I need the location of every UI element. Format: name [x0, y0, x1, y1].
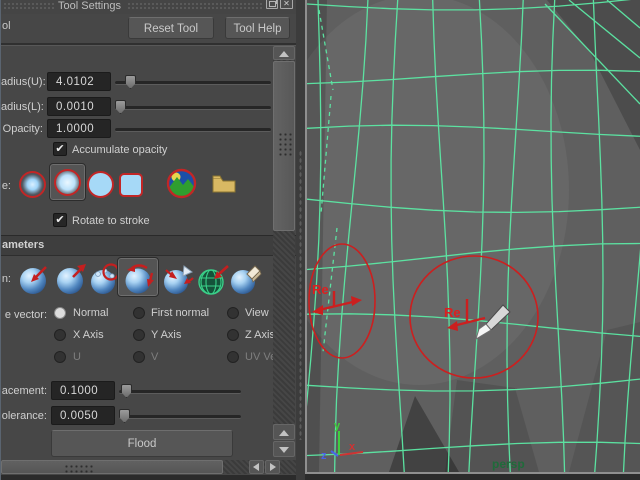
- operation-label: n:: [1, 273, 11, 285]
- radius-u-slider[interactable]: [115, 81, 271, 85]
- radio-z-axis[interactable]: [227, 329, 239, 341]
- panel-title: Tool Settings: [58, 0, 121, 12]
- radius-l-slider[interactable]: [115, 106, 271, 110]
- radio-normal[interactable]: [54, 307, 66, 319]
- opacity-field[interactable]: 1.0000: [47, 119, 111, 138]
- max-displacement-field[interactable]: 0.1000: [51, 381, 115, 400]
- drag-handle-icon[interactable]: [3, 2, 55, 11]
- maya-window: Tool Settings ✕ ol Reset Tool Tool Help …: [0, 0, 640, 480]
- scroll-down-icon[interactable]: [273, 441, 295, 457]
- tool-settings-panel: Tool Settings ✕ ol Reset Tool Tool Help …: [0, 0, 296, 480]
- flood-button[interactable]: Flood: [51, 430, 233, 457]
- tolerance-label: olerance:: [1, 410, 47, 422]
- splitter-grip-icon: [299, 150, 302, 440]
- brush-operation-label-1: Re: [312, 282, 329, 297]
- divider: [1, 43, 296, 46]
- reference-vector-label: e vector:: [1, 309, 47, 321]
- soft-brush-icon-selected[interactable]: [50, 164, 85, 200]
- browse-folder-icon[interactable]: [212, 174, 236, 193]
- scroll-up-icon[interactable]: [273, 46, 295, 60]
- radius-u-label: adius(U):: [1, 76, 43, 88]
- close-icon[interactable]: ✕: [280, 0, 293, 9]
- radius-l-label: adius(L):: [1, 101, 43, 113]
- view-axis-indicator: y x z: [321, 420, 363, 462]
- profile-label: e:: [1, 180, 11, 192]
- brush-operation-label-2: Re: [444, 305, 461, 320]
- solid-circle-brush-icon[interactable]: [87, 171, 114, 198]
- tool-help-button[interactable]: Tool Help: [225, 17, 290, 39]
- gaussian-soft-brush-icon[interactable]: [19, 171, 46, 198]
- max-displacement-label: acement:: [1, 385, 47, 397]
- radio-first-normal[interactable]: [133, 307, 145, 319]
- radio-view-label: View: [245, 307, 269, 319]
- radio-y-axis[interactable]: [133, 329, 145, 341]
- float-window-icon[interactable]: [266, 0, 278, 9]
- scroll-right-icon[interactable]: [265, 460, 280, 474]
- radio-v-label: V: [151, 351, 158, 363]
- soft-brush-icon[interactable]: [54, 169, 81, 196]
- accumulate-opacity-checkbox[interactable]: ✔: [53, 142, 67, 156]
- perspective-viewport[interactable]: Re Re: [305, 0, 640, 474]
- drag-handle-icon[interactable]: [127, 2, 263, 11]
- opacity-slider[interactable]: [115, 128, 271, 132]
- radio-u-label: U: [73, 351, 81, 363]
- sculpt-parameters-header[interactable]: ameters: [1, 235, 296, 256]
- scroll-up-icon[interactable]: [273, 424, 295, 440]
- radio-z-axis-label: Z Axis: [245, 329, 275, 341]
- image-stamp-brush-icon[interactable]: [166, 168, 197, 199]
- panel-bottom-strip: [1, 475, 296, 480]
- radius-l-slider-thumb[interactable]: [115, 100, 126, 114]
- scroll-left-icon[interactable]: [249, 460, 264, 474]
- camera-name-label: persp: [492, 457, 525, 471]
- operation-erase-icon[interactable]: [229, 262, 263, 296]
- axis-y-label: y: [334, 420, 341, 432]
- reset-tool-button[interactable]: Reset Tool: [128, 17, 214, 39]
- viewport-bottom-strip: [305, 474, 640, 480]
- panel-titlebar[interactable]: Tool Settings ✕: [1, 0, 296, 14]
- radio-uv-vec[interactable]: [227, 351, 239, 363]
- vertical-scrollbar-thumb[interactable]: [273, 61, 295, 231]
- axis-x-label: x: [349, 441, 356, 453]
- radio-first-normal-label: First normal: [151, 307, 209, 319]
- radio-u[interactable]: [54, 351, 66, 363]
- tool-name-fragment: ol: [2, 20, 11, 32]
- sculpt-parameters-header-label: ameters: [1, 239, 44, 251]
- rotate-to-stroke-label: Rotate to stroke: [72, 215, 150, 227]
- tolerance-slider-thumb[interactable]: [119, 409, 130, 423]
- radio-x-axis-label: X Axis: [73, 329, 104, 341]
- panel-splitter[interactable]: [296, 0, 305, 480]
- tolerance-field[interactable]: 0.0050: [51, 406, 115, 425]
- max-displacement-slider-thumb[interactable]: [121, 384, 132, 398]
- max-displacement-slider[interactable]: [119, 390, 241, 394]
- operation-slide-icon[interactable]: [197, 262, 231, 296]
- operation-relax-icon[interactable]: [122, 261, 156, 295]
- accumulate-opacity-label: Accumulate opacity: [72, 144, 167, 156]
- radio-y-axis-label: Y Axis: [151, 329, 181, 341]
- operation-pinch-icon[interactable]: [162, 262, 196, 296]
- radio-normal-label: Normal: [73, 307, 108, 319]
- rotate-to-stroke-checkbox[interactable]: ✔: [53, 213, 67, 227]
- radio-v[interactable]: [133, 351, 145, 363]
- operation-pull-icon[interactable]: [55, 262, 89, 296]
- operation-relax-icon-selected[interactable]: [118, 258, 158, 296]
- radius-u-field[interactable]: 4.0102: [47, 72, 111, 91]
- square-brush-icon[interactable]: [119, 173, 143, 197]
- opacity-label: Opacity:: [1, 123, 43, 135]
- radius-u-slider-thumb[interactable]: [125, 75, 136, 89]
- axis-z-label: z: [321, 450, 327, 462]
- horizontal-scrollbar-thumb[interactable]: [1, 460, 223, 474]
- radius-l-field[interactable]: 0.0010: [47, 97, 111, 116]
- radio-x-axis[interactable]: [54, 329, 66, 341]
- radio-view[interactable]: [227, 307, 239, 319]
- tolerance-slider[interactable]: [119, 415, 241, 419]
- operation-push-icon[interactable]: [17, 262, 51, 296]
